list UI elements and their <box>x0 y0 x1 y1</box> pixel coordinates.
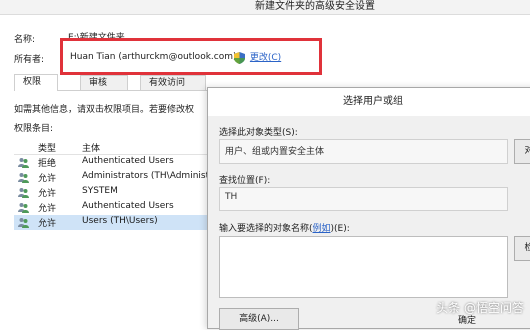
advanced-button[interactable]: 高级(A)... <box>219 308 299 330</box>
row-principal: Authenticated Users <box>82 156 174 166</box>
permissions-hint: 如需其他信息，请双击权限项目。若要修改权 <box>14 105 195 115</box>
change-owner-link-label[interactable]: 更改(C) <box>250 53 281 63</box>
examples-link[interactable]: 例如 <box>313 224 331 234</box>
users-icon <box>18 173 29 183</box>
object-names-label-prefix: 输入要选择的对象名称( <box>219 224 313 234</box>
row-principal: Authenticated Users <box>82 201 174 211</box>
location-field: TH <box>219 187 508 211</box>
users-icon <box>18 158 29 168</box>
object-names-label: 输入要选择的对象名称(例如)(E): <box>219 221 350 234</box>
grid-header: 类型 主体 <box>14 141 210 155</box>
users-icon <box>18 203 29 213</box>
users-icon <box>18 218 29 228</box>
table-row[interactable]: 允许 SYSTEM <box>14 185 210 200</box>
check-names-button[interactable]: 检 <box>514 236 530 261</box>
row-type: 允许 <box>38 219 57 229</box>
select-users-dialog: 选择用户或组 选择此对象类型(S): 用户、组或内置安全主体 对 查找位置(F)… <box>207 87 530 330</box>
permission-entries-label: 权限条目: <box>14 124 54 134</box>
object-names-input[interactable] <box>219 236 508 298</box>
row-principal: SYSTEM <box>82 186 118 196</box>
table-row[interactable]: 允许 Users (TH\Users) <box>14 215 210 230</box>
owner-value: Huan Tian (arthurckm@outlook.com) <box>70 52 237 62</box>
users-icon <box>18 188 29 198</box>
object-type-field: 用户、组或内置安全主体 <box>219 139 508 164</box>
table-row[interactable]: 允许 Administrators (TH\Administr <box>14 170 210 185</box>
grid-rows: 拒绝 Authenticated Users 允许 Administrators… <box>14 155 210 235</box>
row-principal: Administrators (TH\Administr <box>82 171 210 181</box>
tab-effective-access[interactable]: 有效访问 <box>140 75 206 90</box>
column-principal[interactable]: 主体 <box>82 141 100 154</box>
row-type: 允许 <box>38 174 57 184</box>
table-row[interactable]: 允许 Authenticated Users <box>14 200 210 215</box>
object-types-button[interactable]: 对 <box>514 139 530 164</box>
watermark-text: 头条 @悟空问答 <box>436 301 524 315</box>
object-names-label-suffix: )(E): <box>330 224 350 234</box>
tab-permissions[interactable]: 权限 <box>14 74 58 91</box>
dialog-title: 选择用户或组 <box>208 88 530 116</box>
row-principal: Users (TH\Users) <box>82 216 158 226</box>
tab-auditing[interactable]: 审核 <box>80 75 128 90</box>
row-type: 允许 <box>38 189 57 199</box>
name-label: 名称: <box>14 35 36 45</box>
column-type[interactable]: 类型 <box>38 141 56 154</box>
row-type: 拒绝 <box>38 159 57 169</box>
window-title: 新建文件夹的高级安全设置 <box>255 1 375 11</box>
table-row[interactable]: 拒绝 Authenticated Users <box>14 155 210 170</box>
row-type: 允许 <box>38 204 57 214</box>
owner-label: 所有者: <box>14 55 45 65</box>
location-label: 查找位置(F): <box>219 176 271 186</box>
object-type-label: 选择此对象类型(S): <box>219 128 298 138</box>
change-owner-link[interactable]: 更改(C) <box>234 50 281 64</box>
uac-shield-icon <box>234 51 245 64</box>
